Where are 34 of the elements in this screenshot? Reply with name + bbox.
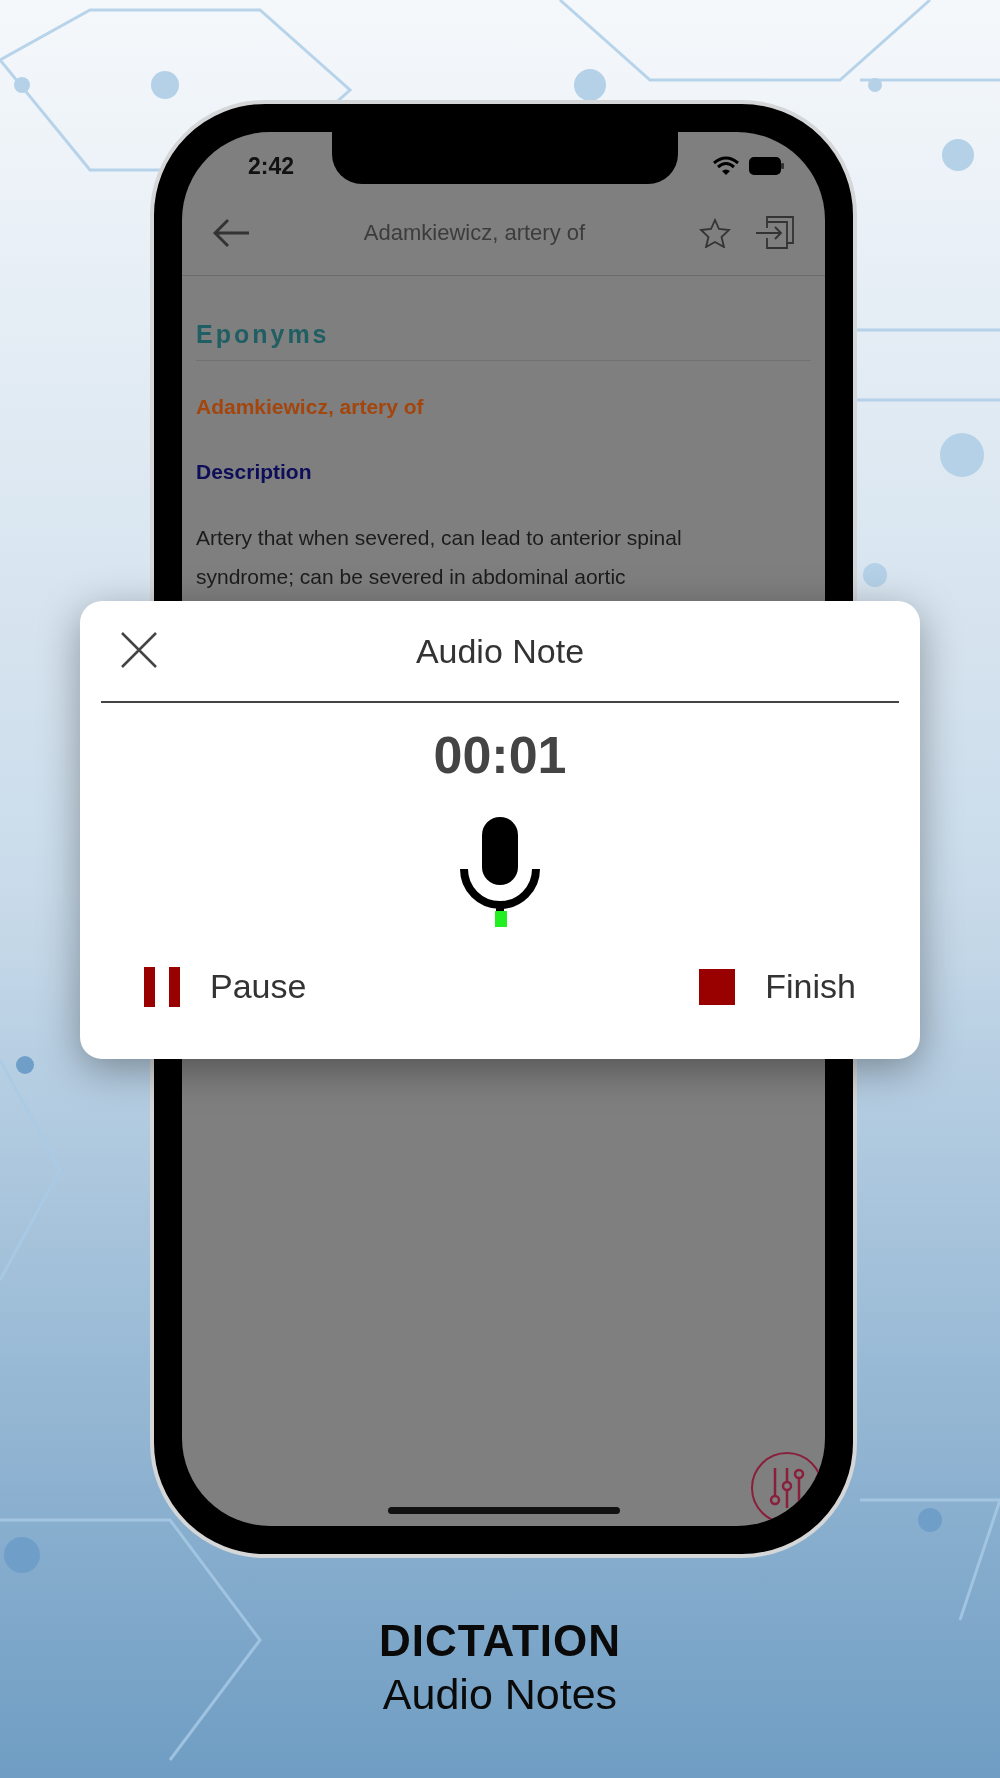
entry-title: Adamkiewicz, artery of xyxy=(196,393,425,420)
node-dot xyxy=(16,1056,34,1074)
dialog-title: Audio Note xyxy=(415,630,585,672)
node-dot xyxy=(942,139,974,171)
stop-icon xyxy=(699,968,736,1005)
section-heading: Eponyms xyxy=(196,316,811,361)
node-dot xyxy=(14,77,30,93)
back-arrow-icon xyxy=(213,217,251,248)
export-icon xyxy=(755,215,795,250)
node-dot xyxy=(868,78,882,92)
node-dot xyxy=(4,1537,40,1573)
recording-timer: 00:01 xyxy=(433,725,567,785)
caption-heading: DICTATION xyxy=(379,1615,621,1667)
status-time: 2:42 xyxy=(248,151,295,181)
close-button[interactable] xyxy=(119,630,159,670)
caption-subtitle: Audio Notes xyxy=(382,1669,618,1720)
description-text: Artery that when severed, can lead to anterior spinal syndrome; can be severed in abdominal aortic xyxy=(196,524,683,590)
battery-icon xyxy=(749,157,785,175)
nav-title: Adamkiewicz, artery of xyxy=(362,219,587,247)
sliders-icon xyxy=(767,1466,807,1510)
node-dot xyxy=(863,563,887,587)
star-icon xyxy=(699,217,731,248)
node-dot xyxy=(940,433,984,477)
node-dot xyxy=(151,71,179,99)
microphone-icon xyxy=(460,817,540,927)
node-dot xyxy=(918,1508,942,1532)
node-dot xyxy=(574,69,606,101)
pause-icon xyxy=(144,966,180,1007)
finish-button[interactable]: Finish xyxy=(699,961,856,1012)
subheading: Description xyxy=(196,459,313,485)
close-icon xyxy=(120,631,158,669)
export-button[interactable] xyxy=(755,214,795,251)
wifi-icon xyxy=(713,156,739,176)
pause-button[interactable]: Pause xyxy=(144,961,307,1012)
